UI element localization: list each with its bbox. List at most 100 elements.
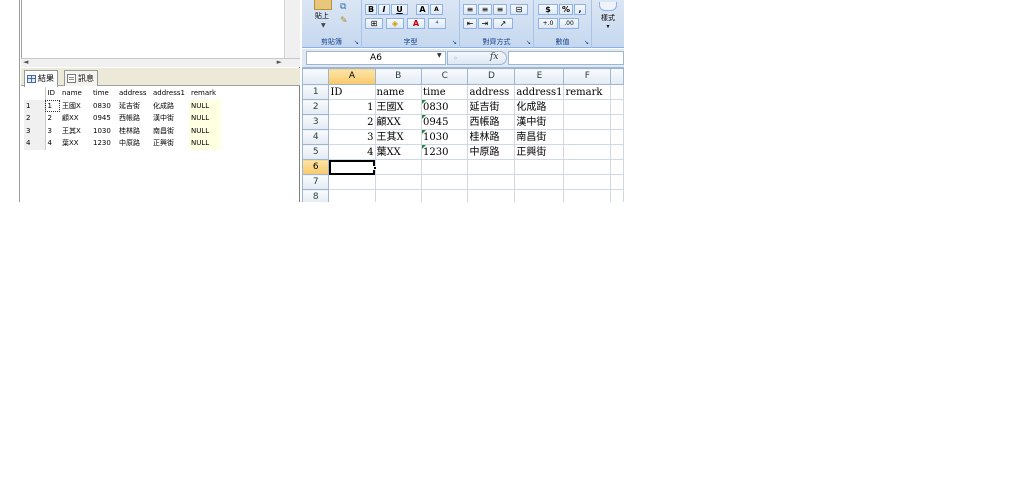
cell[interactable]: 顧XX	[60, 112, 91, 125]
cell[interactable]	[421, 174, 469, 190]
cell[interactable]: 4	[328, 144, 376, 160]
cell[interactable]: time	[421, 84, 469, 100]
cell[interactable]	[610, 189, 624, 202]
cell[interactable]: ID	[328, 84, 376, 100]
cell[interactable]	[467, 189, 516, 202]
insert-function-button[interactable]: fx	[490, 52, 498, 62]
column-header-a[interactable]: A	[328, 68, 376, 85]
bold-button[interactable]: B	[365, 4, 377, 15]
dialog-launcher-icon[interactable]: ↘	[584, 39, 589, 46]
format-painter-icon[interactable]: ✎	[340, 16, 348, 26]
column-header-g[interactable]	[610, 68, 624, 85]
borders-icon[interactable]: ⊞	[365, 18, 383, 29]
tab-messages[interactable]: 訊息	[64, 70, 98, 86]
cell[interactable]: 顧XX	[374, 114, 423, 130]
cell[interactable]: 正興街	[514, 144, 565, 160]
table-row[interactable]: 1 1 王國X 0830 延吉街 化成路 NULL	[24, 99, 221, 113]
currency-button[interactable]: $	[538, 4, 558, 15]
cell[interactable]: 王國X	[374, 99, 423, 115]
cell[interactable]: 葉XX	[60, 137, 91, 150]
cell[interactable]: 延吉街	[467, 99, 516, 115]
paste-icon[interactable]	[314, 0, 332, 10]
cell[interactable]: 延吉街	[117, 100, 151, 113]
cell[interactable]	[610, 84, 624, 100]
cell[interactable]	[374, 159, 423, 175]
column-header-c[interactable]: C	[421, 68, 469, 85]
cell[interactable]	[563, 144, 612, 160]
row-header[interactable]: 3	[302, 114, 330, 130]
cell[interactable]: address	[467, 84, 516, 100]
formula-input[interactable]	[508, 51, 624, 65]
column-header-d[interactable]: D	[467, 68, 516, 85]
vertical-scrollbar[interactable]	[284, 0, 300, 58]
cell[interactable]	[563, 99, 612, 115]
dialog-launcher-icon[interactable]: ↘	[526, 39, 531, 46]
cell[interactable]: 0945	[91, 112, 117, 125]
orientation-icon[interactable]: ↗	[493, 18, 513, 29]
cell[interactable]: 1230	[421, 144, 469, 160]
row-header[interactable]: 7	[302, 174, 330, 190]
cell[interactable]: 1030	[91, 125, 117, 138]
cell[interactable]: 中原路	[467, 144, 516, 160]
cell[interactable]	[610, 159, 624, 175]
cell[interactable]	[421, 189, 469, 202]
cell[interactable]: NULL	[189, 124, 221, 137]
grow-font-button[interactable]: A	[416, 4, 429, 15]
cell[interactable]	[563, 174, 612, 190]
table-row[interactable]: 4 4 葉XX 1230 中原路 正興街 NULL	[24, 137, 221, 150]
cell[interactable]: 漢中街	[151, 112, 189, 125]
cell[interactable]: 西帳路	[117, 112, 151, 125]
comma-button[interactable]: ,	[574, 4, 586, 15]
cell[interactable]	[514, 159, 565, 175]
increase-indent-icon[interactable]: ⇥	[478, 18, 492, 29]
cell[interactable]: remark	[563, 84, 612, 100]
cell[interactable]: 中原路	[117, 137, 151, 150]
fill-color-icon[interactable]: ◈	[386, 18, 404, 29]
row-header[interactable]: 2	[302, 99, 330, 115]
row-header[interactable]: 5	[302, 144, 330, 160]
cell[interactable]: 1230	[91, 137, 117, 150]
phonetic-icon[interactable]: ⁴	[428, 18, 446, 29]
cell[interactable]: 1	[328, 99, 376, 115]
column-header[interactable]: remark	[189, 87, 221, 100]
decrease-decimal-button[interactable]: .00	[559, 18, 579, 29]
cell[interactable]	[514, 174, 565, 190]
cell[interactable]: NULL	[189, 137, 221, 150]
percent-button[interactable]: %	[559, 4, 573, 15]
column-header[interactable]: address	[117, 87, 151, 100]
cell[interactable]: 桂林路	[467, 129, 516, 145]
cell[interactable]	[328, 189, 376, 202]
paste-button[interactable]: 貼上	[315, 11, 329, 21]
cell[interactable]: 3	[45, 125, 60, 138]
cell[interactable]	[563, 129, 612, 145]
results-corner[interactable]	[24, 87, 46, 100]
align-right-icon[interactable]: ≡	[493, 4, 507, 15]
cell[interactable]: 正興街	[151, 137, 189, 150]
dialog-launcher-icon[interactable]: ↘	[452, 39, 457, 46]
scroll-left-icon[interactable]: ◄	[23, 58, 28, 66]
row-header[interactable]: 1	[302, 84, 330, 100]
cell[interactable]: address1	[514, 84, 565, 100]
styles-button[interactable]: 樣式 ▾	[597, 2, 619, 36]
chevron-down-icon[interactable]: ▼	[437, 52, 442, 59]
cell[interactable]: 0830	[421, 99, 469, 115]
cell[interactable]: 1	[45, 99, 60, 112]
cell[interactable]	[421, 159, 469, 175]
cell[interactable]: 2	[328, 114, 376, 130]
row-number[interactable]: 4	[24, 137, 46, 150]
align-center-icon[interactable]: ≡	[478, 4, 492, 15]
decrease-indent-icon[interactable]: ⇤	[463, 18, 477, 29]
cell[interactable]	[610, 129, 624, 145]
cell[interactable]	[610, 114, 624, 130]
horizontal-scrollbar[interactable]: ◄ ►	[21, 58, 300, 67]
dialog-launcher-icon[interactable]: ↘	[354, 39, 359, 46]
merge-center-icon[interactable]: ⊟	[510, 4, 528, 15]
cell[interactable]: 南昌街	[151, 125, 189, 138]
increase-decimal-button[interactable]: +.0	[538, 18, 558, 29]
row-header[interactable]: 6	[302, 159, 330, 175]
cell[interactable]: 王國X	[60, 100, 91, 113]
cell[interactable]: 王其X	[374, 129, 423, 145]
column-header-b[interactable]: B	[374, 68, 423, 85]
column-header[interactable]: name	[60, 87, 91, 100]
cell[interactable]	[610, 174, 624, 190]
